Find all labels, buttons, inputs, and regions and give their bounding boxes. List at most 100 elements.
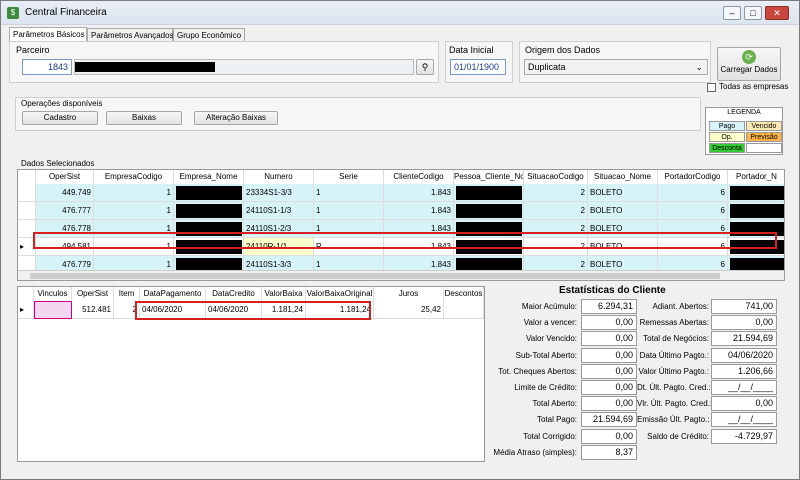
stat-value: 741,00 <box>711 299 777 314</box>
stat-label: Saldo de Crédito: <box>647 431 709 441</box>
tab-parametros-avancados[interactable]: Parâmetros Avançados <box>87 28 174 42</box>
stats-title: Estatísticas do Cliente <box>559 285 666 296</box>
dados-grid[interactable]: OperSist EmpresaCodigo Empresa_Nome Numero S… <box>17 169 785 281</box>
origem-select[interactable]: Duplicata ⌄ <box>524 59 708 75</box>
stat-value: 0,00 <box>711 315 777 331</box>
legend-title: LEGENDA <box>727 109 761 116</box>
main-window: $ Central Financeira – □ ✕ Parâmetros Bá… <box>0 0 800 480</box>
operacoes-title: Operações disponíveis <box>21 99 103 108</box>
table-row[interactable]: 449.749 1 23334S1-3/3 1 1.843 2 BOLETO 6 <box>18 184 784 202</box>
row-header[interactable] <box>18 202 36 220</box>
scrollbar-thumb[interactable] <box>30 273 720 279</box>
column-header[interactable]: ValorBaixa <box>262 287 306 301</box>
table-cell: 512.481 <box>72 301 114 319</box>
chevron-down-icon: ⌄ <box>695 62 703 72</box>
column-header[interactable]: Item <box>114 287 140 301</box>
minimize-button[interactable]: – <box>723 6 741 20</box>
table-cell <box>174 184 244 202</box>
search-parceiro-button[interactable]: ⚲ <box>416 59 434 75</box>
data-inicial-label: Data Inicial <box>449 45 494 55</box>
column-header[interactable]: Serie <box>314 170 384 184</box>
column-header[interactable]: Empresa_Nome <box>174 170 244 184</box>
stats-panel: Estatísticas do Cliente Maior Acúmulo: 6.… <box>489 285 785 465</box>
data-inicial-input[interactable]: 01/01/1900 <box>450 59 506 75</box>
table-row[interactable]: 476.777 1 24110S1-1/3 1 1.843 2 BOLETO 6 <box>18 202 784 220</box>
column-header[interactable]: ClienteCodigo <box>384 170 454 184</box>
stat-label: Remessas Abertas: <box>639 318 709 328</box>
stat-value: 0,00 <box>581 396 637 412</box>
column-header[interactable]: SituacaoCodigo <box>524 170 588 184</box>
row-header[interactable]: ▸ <box>18 301 34 319</box>
column-header[interactable]: Juros <box>374 287 444 301</box>
refresh-icon: ⟳ <box>742 50 756 64</box>
parceiro-panel: Parceiro 1843 ⚲ <box>9 41 439 83</box>
redacted-block <box>730 204 784 218</box>
stat-label: Valor Último Pagto.: <box>638 366 709 376</box>
maximize-button[interactable]: □ <box>744 6 762 20</box>
column-header[interactable]: Portador_N <box>728 170 784 184</box>
redacted-block <box>730 186 784 200</box>
baixas-button[interactable]: Baixas <box>106 111 182 125</box>
todas-empresas-label: Todas as empresas <box>719 82 789 91</box>
column-header[interactable]: ValorBaixaOriginal <box>306 287 374 301</box>
table-cell: 24110S1-1/3 <box>244 202 314 220</box>
column-header[interactable]: Vinculos <box>34 287 72 301</box>
stat-value: 6.294,31 <box>581 299 637 314</box>
close-button[interactable]: ✕ <box>765 6 789 20</box>
redacted-name <box>75 62 215 72</box>
parceiro-code-input[interactable]: 1843 <box>22 59 72 75</box>
stat-value: 0,00 <box>711 396 777 412</box>
dados-title: Dados Selecionados <box>21 159 95 168</box>
stat-label: Adiant. Abertos: <box>652 302 709 311</box>
column-header[interactable]: Descontos <box>444 287 484 301</box>
stat-value: __/__/____ <box>711 380 777 395</box>
legend-desconta: Desconta <box>709 143 745 153</box>
column-header[interactable]: OperSist <box>72 287 114 301</box>
column-header[interactable]: DataCredito <box>206 287 262 301</box>
stat-value: 0,00 <box>581 380 637 395</box>
stat-label: Total de Negócios: <box>643 334 709 344</box>
stat-label: Tot. Cheques Abertos: <box>498 366 577 376</box>
column-header[interactable]: PortadorCodigo <box>658 170 728 184</box>
parceiro-name-input[interactable] <box>74 59 414 75</box>
column-header[interactable]: EmpresaCodigo <box>94 170 174 184</box>
table-cell: 25,42 <box>374 301 444 319</box>
legend-op: Op. <box>709 132 745 142</box>
stat-label: Média Atraso (simples): <box>493 447 577 457</box>
stat-value: 0,00 <box>581 347 637 363</box>
todas-empresas-checkbox[interactable] <box>707 83 716 92</box>
tab-parametros-basicos[interactable]: Parâmetros Básicos <box>9 27 87 42</box>
stat-value: 0,00 <box>581 363 637 379</box>
stat-label: Valor Vencido: <box>526 334 577 344</box>
stat-value: __/__/____ <box>711 412 777 428</box>
legend-previsao: Previsão <box>746 132 782 142</box>
table-cell <box>34 301 72 319</box>
cadastro-button[interactable]: Cadastro <box>22 111 98 125</box>
column-header[interactable]: Numero <box>244 170 314 184</box>
grid-corner <box>18 287 34 301</box>
legend-pago: Pago <box>709 121 745 131</box>
tab-grupo-economico[interactable]: Grupo Econômico <box>173 28 245 42</box>
window-title: Central Financeira <box>25 7 107 18</box>
origem-panel: Origem dos Dados Duplicata ⌄ <box>519 41 711 83</box>
table-cell <box>728 202 784 220</box>
stat-value: 0,00 <box>581 428 637 444</box>
alteracao-baixas-button[interactable]: Alteração Baixas <box>194 111 278 125</box>
origem-value: Duplicata <box>528 62 566 72</box>
column-header[interactable]: DataPagamento <box>140 287 206 301</box>
carregar-dados-button[interactable]: ⟳ Carregar Dados <box>717 47 781 81</box>
column-header[interactable]: OperSist <box>36 170 94 184</box>
data-inicial-panel: Data Inicial 01/01/1900 <box>445 41 513 83</box>
stat-label: Total Corrigido: <box>523 431 577 441</box>
horizontal-scrollbar[interactable] <box>18 270 784 280</box>
column-header[interactable]: Situacao_Nome <box>588 170 658 184</box>
redacted-block <box>456 186 522 200</box>
table-cell: 2 <box>524 184 588 202</box>
carregar-dados-label: Carregar Dados <box>720 65 778 74</box>
table-cell <box>444 301 484 319</box>
row-header[interactable] <box>18 184 36 202</box>
table-cell: 2 <box>524 202 588 220</box>
highlight-baixa-values <box>135 301 371 320</box>
table-cell: 6 <box>658 202 728 220</box>
column-header[interactable]: Pessoa_Cliente_No <box>454 170 524 184</box>
